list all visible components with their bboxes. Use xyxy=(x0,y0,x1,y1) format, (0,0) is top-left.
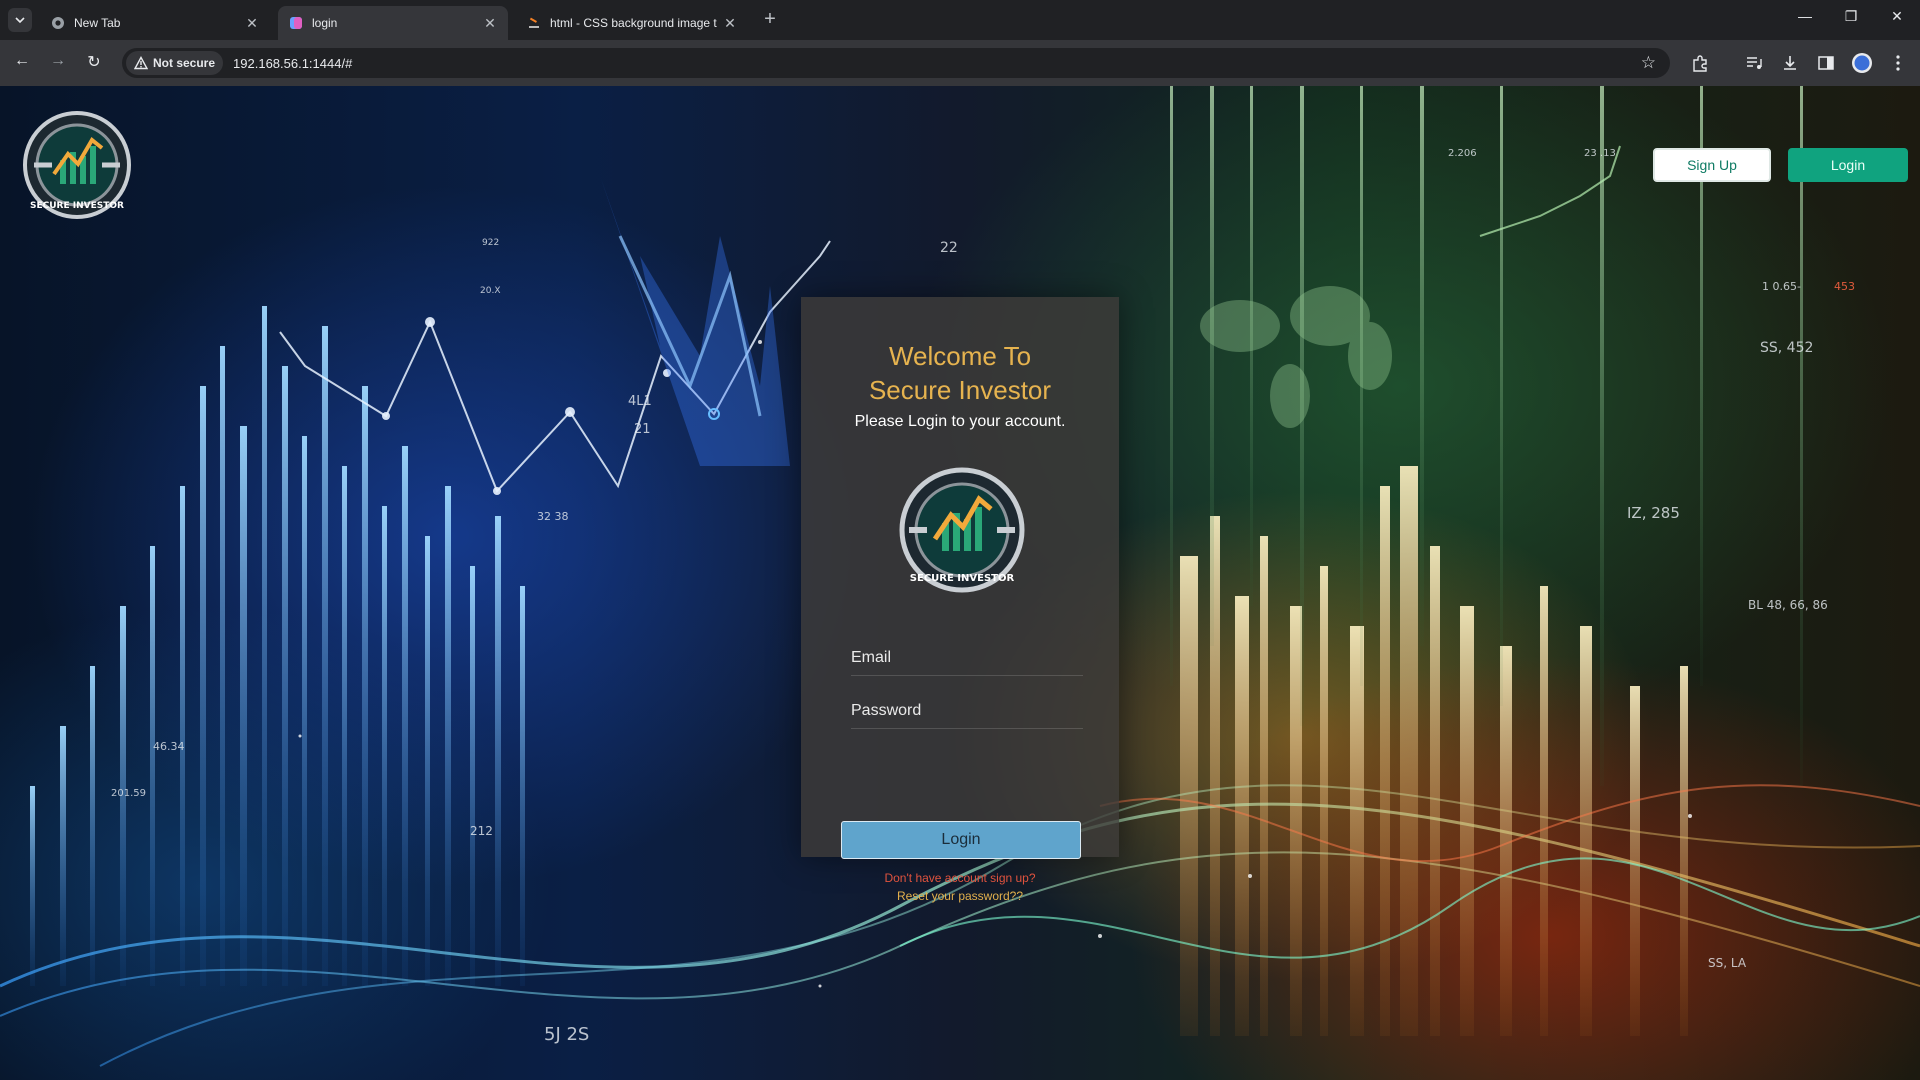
bg-number: 922 xyxy=(482,238,500,248)
close-tab-icon[interactable]: ✕ xyxy=(482,15,498,32)
secure-investor-logo-icon: SECURE INVESTOR xyxy=(23,111,131,219)
restore-icon[interactable]: ❐ xyxy=(1836,8,1866,25)
bg-number: 23 .13 xyxy=(1584,148,1616,159)
card-logo: SECURE INVESTOR xyxy=(897,465,1027,595)
signup-button[interactable]: Sign Up xyxy=(1653,148,1771,182)
close-tab-icon[interactable]: ✕ xyxy=(244,15,260,32)
profile-avatar[interactable] xyxy=(1851,52,1873,74)
bg-number: 1 0.65- xyxy=(1762,280,1801,293)
bg-number: 32 38 xyxy=(537,510,569,523)
bg-number: 22 xyxy=(940,240,958,256)
logo-text: SECURE INVESTOR xyxy=(910,573,1015,584)
reload-icon[interactable]: ↻ xyxy=(82,52,106,76)
app-favicon-icon xyxy=(288,15,304,31)
bg-number: IZ, 285 xyxy=(1627,504,1680,522)
tab-title: New Tab xyxy=(74,16,121,30)
bg-number: 212 xyxy=(470,824,493,838)
extensions-puzzle-icon[interactable] xyxy=(1689,52,1711,74)
browser-toolbar: ← → ↻ Not secure 192.168.56.1:1444/# ☆ xyxy=(0,40,1920,86)
login-subtitle: Please Login to your account. xyxy=(854,413,1066,430)
bg-number: SS, 452 xyxy=(1760,340,1814,356)
bg-number: 201.59 xyxy=(111,788,146,799)
address-bar[interactable]: Not secure 192.168.56.1:1444/# ☆ xyxy=(122,48,1670,78)
signup-link[interactable]: Don't have account sign up? xyxy=(801,871,1119,885)
chrome-icon xyxy=(50,15,66,31)
header-login-button[interactable]: Login xyxy=(1788,148,1908,182)
bg-number: 20.X xyxy=(480,286,501,296)
bg-number: 453 xyxy=(1834,280,1855,293)
bg-number: SS, LA xyxy=(1708,956,1747,970)
bg-number: 4L1 xyxy=(628,394,652,409)
browser-tab-strip: New Tab ✕ login ✕ html - CSS background … xyxy=(0,0,1920,40)
forward-arrow-icon[interactable]: → xyxy=(46,52,70,76)
welcome-line-1: Welcome To xyxy=(888,341,1032,371)
page-viewport: 22 4L1 21 32 38 2.206 23 .13 1 0.65- 453… xyxy=(0,86,1920,1080)
bg-number: BL 48, 66, 86 xyxy=(1748,598,1828,612)
menu-kebab-icon[interactable] xyxy=(1887,52,1909,74)
login-submit-button[interactable]: Login xyxy=(841,821,1081,859)
close-window-icon[interactable]: ✕ xyxy=(1882,8,1912,25)
logo-text: SECURE INVESTOR xyxy=(30,201,124,211)
warning-triangle-icon xyxy=(134,56,148,70)
tab-title: login xyxy=(312,16,338,30)
url-text: 192.168.56.1:1444/# xyxy=(233,55,353,71)
email-input[interactable] xyxy=(851,641,1083,676)
bg-number: 21 xyxy=(634,422,651,437)
media-queue-icon[interactable] xyxy=(1743,52,1765,74)
security-chip[interactable]: Not secure xyxy=(126,51,224,75)
close-tab-icon[interactable]: ✕ xyxy=(722,15,738,32)
bookmark-star-icon[interactable]: ☆ xyxy=(1641,53,1656,73)
tab-login[interactable]: login ✕ xyxy=(278,6,508,40)
secure-investor-logo-icon: SECURE INVESTOR xyxy=(899,467,1025,593)
brand-logo[interactable]: SECURE INVESTOR xyxy=(22,110,132,220)
download-icon[interactable] xyxy=(1779,52,1801,74)
tab-title: html - CSS background image t xyxy=(550,16,717,30)
bg-number: 5J 2S xyxy=(544,1024,590,1045)
password-input[interactable] xyxy=(851,694,1083,729)
minimize-icon[interactable]: — xyxy=(1790,8,1820,24)
welcome-heading: Welcome To Secure Investor xyxy=(801,339,1119,407)
tab-search-button[interactable] xyxy=(8,8,32,32)
reset-password-link[interactable]: Reset your password?? xyxy=(801,889,1119,903)
security-label: Not secure xyxy=(153,56,216,70)
bg-number: 2.206 xyxy=(1448,148,1477,159)
login-card: Welcome To Secure Investor Please Login … xyxy=(801,297,1119,903)
chevron-down-icon xyxy=(15,17,25,24)
side-panel-icon[interactable] xyxy=(1815,52,1837,74)
tab-new-tab[interactable]: New Tab ✕ xyxy=(40,6,270,40)
new-tab-plus-icon[interactable]: + xyxy=(758,8,782,31)
stackoverflow-icon xyxy=(526,15,542,31)
welcome-line-2: Secure Investor xyxy=(868,375,1052,405)
back-arrow-icon[interactable]: ← xyxy=(10,52,34,76)
tab-stackoverflow[interactable]: html - CSS background image t ✕ xyxy=(516,6,748,40)
bg-number: 46.34 xyxy=(153,740,185,753)
